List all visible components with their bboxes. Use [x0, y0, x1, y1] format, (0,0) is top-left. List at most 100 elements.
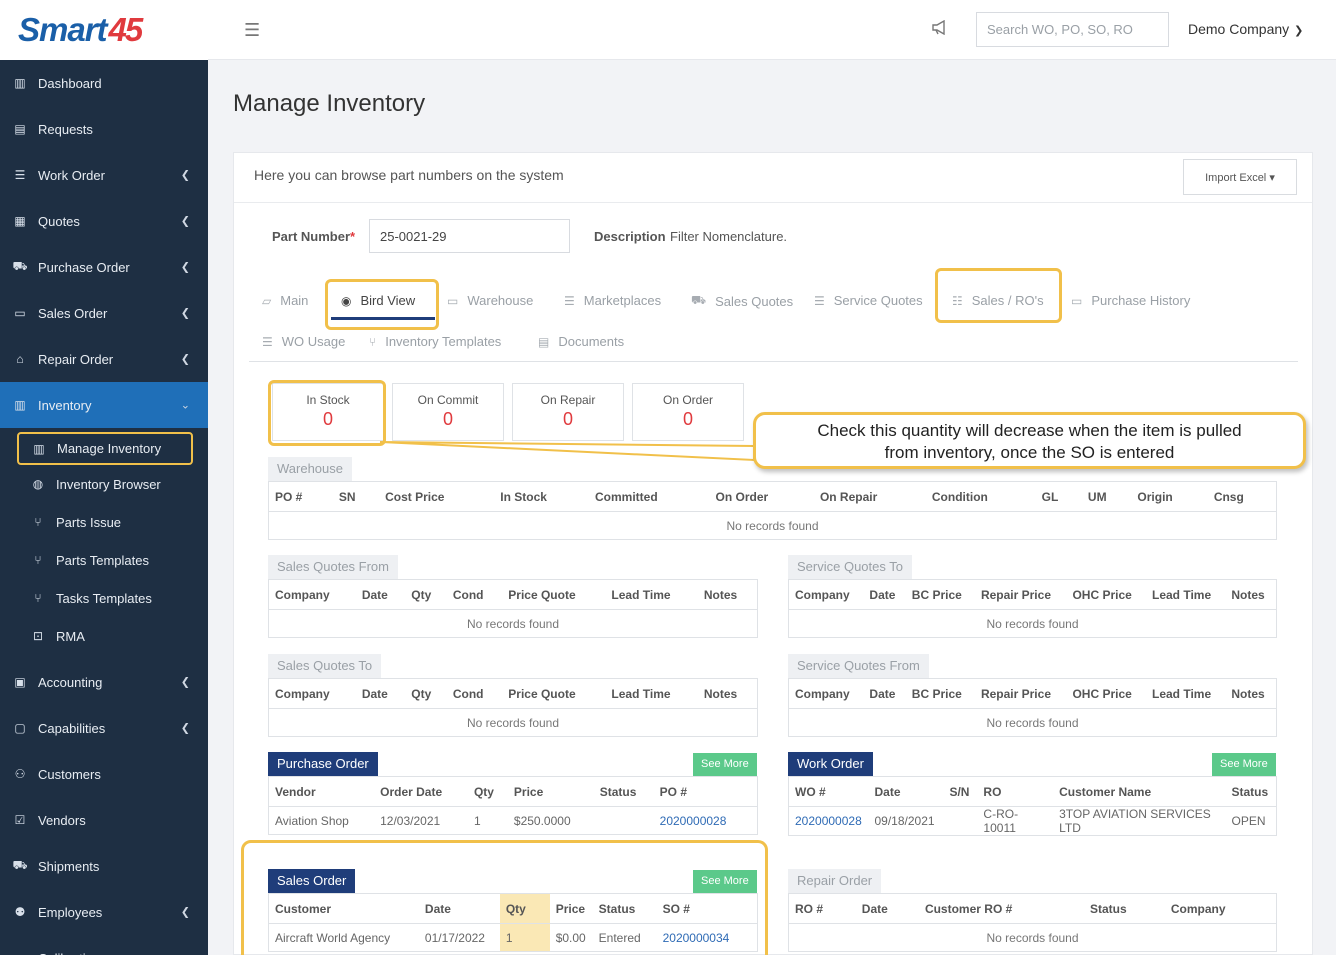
- sidebar-item-quotes[interactable]: ▦ Quotes ❮: [0, 198, 208, 244]
- record-link[interactable]: 2020000028: [660, 814, 727, 828]
- folder-icon: ▱: [262, 293, 272, 308]
- megaphone-icon[interactable]: [932, 19, 949, 40]
- column-header: RO: [977, 776, 1054, 807]
- sidebar-item-sales-order[interactable]: ▭ Sales Order ❮: [0, 290, 208, 336]
- cell-text: Aviation Shop: [275, 813, 349, 828]
- tab-sales-quotes[interactable]: ⛟ Sales Quotes: [691, 293, 793, 309]
- tab-label: Marketplaces: [583, 293, 662, 308]
- sidebar-item-work-order[interactable]: ☰ Work Order ❮: [0, 152, 208, 198]
- sidebar-item-vendors[interactable]: ☑ Vendors: [0, 797, 208, 843]
- company-selector[interactable]: Demo Company ❯: [1188, 21, 1303, 37]
- tab-main[interactable]: ▱ Main: [262, 293, 308, 308]
- no-records-text: No records found: [986, 715, 1079, 730]
- cell-text: $0.00: [555, 930, 586, 945]
- cell-text: 01/17/2022: [424, 930, 485, 945]
- stat-label: In Stock: [306, 393, 350, 407]
- column-header: RO #: [788, 893, 856, 924]
- sidebar-item-label: Quotes: [38, 213, 80, 229]
- column-header: Status: [593, 776, 654, 807]
- globe-icon: ◍: [32, 477, 44, 491]
- sales-quotes-to-table: Company Date Qty Cond Price Quote Lead Time No…: [268, 678, 758, 737]
- column-header: GL: [1035, 481, 1082, 512]
- import-excel-button[interactable]: Import Excel ▾: [1183, 159, 1297, 195]
- submenu-item-tasks-templates[interactable]: ⑂ Tasks Templates: [0, 579, 208, 617]
- column-header: WO #: [788, 776, 869, 807]
- submenu-item-label: Manage Inventory: [57, 441, 162, 456]
- tab-purchase-history[interactable]: ▭ Purchase History: [1071, 293, 1190, 308]
- sidebar-item-shipments[interactable]: ⛟ Shipments: [0, 843, 208, 889]
- see-more-button[interactable]: See More: [693, 753, 757, 776]
- sidebar-item-inventory[interactable]: ▥ Inventory ⌄: [0, 382, 208, 428]
- sidebar-item-dashboard[interactable]: ▥ Dashboard: [0, 60, 208, 106]
- hamburger-icon[interactable]: ☰: [244, 20, 260, 41]
- table-row[interactable]: 2020000028 09/18/2021 C-RO-10011 3TOP AVIAT…: [789, 807, 1277, 836]
- submenu-item-parts-templates[interactable]: ⑂ Parts Templates: [0, 541, 208, 579]
- tab-marketplaces[interactable]: ☰ Marketplaces: [564, 293, 661, 308]
- tab-warehouse[interactable]: ▭ Warehouse: [447, 293, 533, 308]
- column-header: Price Quote: [502, 678, 606, 709]
- see-more-button[interactable]: See More: [1212, 753, 1276, 776]
- tab-label: WO Usage: [281, 334, 346, 349]
- cell-text: $250.0000: [513, 813, 571, 828]
- no-records-text: No records found: [986, 930, 1079, 945]
- part-number-input[interactable]: [369, 219, 570, 253]
- tab-documents[interactable]: ▤ Documents: [538, 334, 624, 349]
- column-header: Lead Time: [1146, 678, 1226, 709]
- sidebar-item-capabilities[interactable]: ▢ Capabilities ❮: [0, 705, 208, 751]
- tab-wo-usage[interactable]: ☰ WO Usage: [262, 334, 345, 349]
- table-row[interactable]: Aviation Shop 12/03/2021 1 $250.0000 2020000…: [269, 807, 758, 835]
- table-cell: Entered: [593, 924, 657, 952]
- tab-bird-view[interactable]: ◉ Bird View: [341, 293, 415, 308]
- chart-icon: ▥: [14, 76, 26, 90]
- cell-text: Entered: [598, 930, 641, 945]
- column-header: SN: [332, 481, 380, 512]
- column-header: Cost Price: [379, 481, 495, 512]
- sidebar-item-label: Repair Order: [38, 351, 114, 367]
- submenu-item-label: Inventory Browser: [56, 476, 161, 492]
- see-more-button[interactable]: See More: [693, 870, 757, 893]
- sidebar-item-label: Inventory: [38, 397, 92, 413]
- no-records-text: No records found: [466, 715, 560, 730]
- search-input[interactable]: [976, 12, 1169, 47]
- column-header: Cnsg: [1207, 481, 1277, 512]
- sidebar-item-customers[interactable]: ⚇ Customers: [0, 751, 208, 797]
- sidebar-nav: ▥ Dashboard ▤ Requests ☰ Work Order ❮ ▦ Quotes ❮ ⛟…: [0, 60, 208, 955]
- tab-inventory-templates[interactable]: ⑂ Inventory Templates: [369, 334, 501, 349]
- record-link[interactable]: 2020000034: [663, 931, 730, 945]
- branch-icon: ⑂: [34, 591, 42, 605]
- table-row[interactable]: Aircraft World Agency 01/17/2022 1 $0.00 Ent…: [269, 923, 758, 952]
- column-header: OHC Price: [1066, 579, 1146, 610]
- submenu-item-parts-issue[interactable]: ⑂ Parts Issue: [0, 503, 208, 541]
- sidebar-item-label: Capabilities: [38, 720, 106, 736]
- sidebar-item-calibration[interactable]: ◔ Calibration: [0, 935, 208, 955]
- document-icon: ▤: [538, 334, 550, 349]
- submenu-item-rma[interactable]: ⊡ RMA: [0, 617, 208, 655]
- active-tab-indicator: [331, 317, 435, 320]
- submenu-item-inventory-browser[interactable]: ◍ Inventory Browser: [0, 465, 208, 503]
- sidebar-item-label: Accounting: [38, 674, 103, 690]
- brand-logo[interactable]: Smart 45: [0, 0, 208, 60]
- list-icon: ☰: [262, 334, 273, 349]
- sidebar-item-accounting[interactable]: ▣ Accounting ❮: [0, 659, 208, 705]
- eye-icon: ◉: [341, 293, 352, 308]
- card-icon: ▭: [1071, 293, 1083, 308]
- record-link[interactable]: 2020000028: [795, 814, 862, 828]
- sidebar-item-requests[interactable]: ▤ Requests: [0, 106, 208, 152]
- column-header: PO #: [653, 776, 758, 807]
- sidebar-item-repair-order[interactable]: ⌂ Repair Order ❮: [0, 336, 208, 382]
- sidebar-item-employees[interactable]: ⚉ Employees ❮: [0, 889, 208, 935]
- chevron-down-icon: ⌄: [180, 399, 190, 412]
- tab-service-quotes[interactable]: ☰ Service Quotes: [814, 293, 923, 308]
- cell-text: 12/03/2021: [380, 813, 441, 828]
- tab-sales-ro-s[interactable]: ☷ Sales / RO's: [952, 293, 1044, 308]
- submenu-item-manage-inventory[interactable]: ▥ Manage Inventory: [17, 432, 193, 465]
- column-header: Date: [855, 893, 919, 924]
- chevron-left-icon: ❮: [180, 169, 190, 182]
- table-cell: 12/03/2021: [374, 807, 468, 835]
- sidebar-item-purchase-order[interactable]: ⛟ Purchase Order ❮: [0, 244, 208, 290]
- section-title-repair-order: Repair Order: [788, 869, 882, 893]
- section-title-warehouse: Warehouse: [268, 457, 352, 481]
- section-title-purchase-order: Purchase Order: [268, 752, 378, 776]
- section-title-work-order: Work Order: [788, 752, 873, 776]
- sidebar-item-label: Calibration: [38, 951, 100, 955]
